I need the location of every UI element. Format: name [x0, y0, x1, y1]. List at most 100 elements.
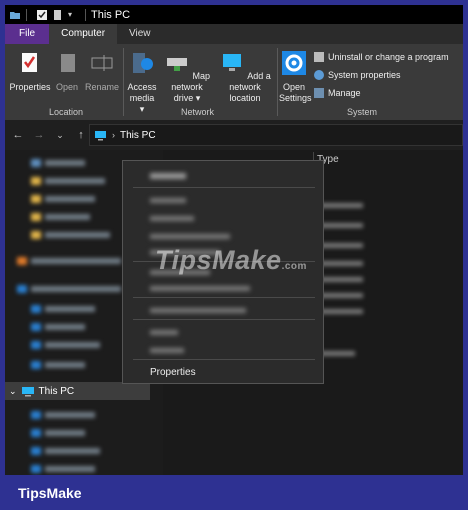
blurred-text — [45, 196, 95, 202]
access-media-label-2: media — [129, 93, 155, 103]
uninstall-label: Uninstall or change a program — [328, 52, 449, 62]
location-group-label: Location — [49, 107, 84, 117]
add-network-label-2: location — [229, 93, 261, 103]
qa-dropdown-icon[interactable]: ▾ — [68, 9, 80, 21]
add-network-location-button[interactable]: Add a network location — [215, 50, 275, 104]
context-menu-item[interactable] — [150, 195, 186, 205]
blurred-text — [45, 324, 85, 330]
nav-item[interactable] — [17, 282, 121, 296]
explorer-icon — [10, 11, 20, 19]
up-arrow-icon[interactable]: ↑ — [73, 129, 89, 141]
this-pc-icon — [21, 386, 34, 396]
tab-computer[interactable]: Computer — [49, 24, 118, 44]
context-menu-item[interactable] — [150, 327, 178, 337]
nav-item[interactable] — [31, 228, 110, 242]
network-group-label: Network — [181, 107, 215, 117]
map-drive-label-2: drive — [173, 93, 194, 103]
watermark-suffix: .com — [281, 261, 307, 272]
map-network-drive-button[interactable]: Map network drive ▾ — [161, 50, 213, 104]
nav-item[interactable] — [31, 408, 95, 422]
context-menu-item[interactable] — [150, 213, 194, 223]
system-properties-label: System properties — [328, 70, 401, 80]
network-location-icon — [223, 54, 242, 71]
nav-item[interactable] — [17, 254, 121, 268]
blurred-text — [31, 258, 121, 264]
system-properties-icon — [314, 70, 324, 80]
rename-icon — [91, 55, 113, 71]
blurred-text — [150, 173, 186, 179]
properties-menu-item[interactable]: Properties — [150, 367, 196, 378]
manage-button[interactable]: Manage — [314, 88, 361, 98]
nav-item[interactable] — [31, 462, 95, 475]
blurred-text — [45, 412, 95, 418]
divider — [123, 48, 124, 116]
this-pc-icon — [95, 130, 106, 140]
nav-item[interactable] — [31, 210, 90, 224]
window-title: This PC — [91, 8, 131, 21]
back-arrow-icon[interactable]: ← — [10, 129, 26, 141]
divider — [85, 8, 86, 21]
context-menu-item[interactable] — [150, 345, 184, 355]
checkmark-icon[interactable] — [36, 9, 48, 21]
menu-divider — [133, 319, 315, 320]
nav-item[interactable] — [31, 358, 85, 372]
context-menu-item[interactable] — [150, 171, 186, 181]
blurred-text — [45, 306, 95, 312]
footer-brand: TipsMake — [18, 485, 82, 501]
explorer-window: ▾ This PC File Computer View Properties … — [5, 5, 463, 475]
rename-button[interactable]: Rename — [85, 50, 119, 93]
blurred-text — [150, 216, 194, 221]
blurred-text — [150, 348, 184, 353]
divider — [26, 8, 27, 21]
sidebar-item-label: This PC — [38, 385, 75, 397]
blurred-text — [45, 232, 110, 238]
blurred-text — [150, 198, 186, 203]
breadcrumb-chevron-icon: › — [112, 130, 115, 140]
blurred-text — [45, 160, 85, 166]
properties-icon — [22, 53, 37, 72]
nav-item[interactable] — [31, 444, 100, 458]
open-settings-label-2: Settings — [279, 93, 312, 103]
blurred-text — [45, 342, 100, 348]
blurred-text — [150, 308, 246, 313]
folder-qa-icon[interactable] — [52, 9, 64, 21]
tab-view[interactable]: View — [117, 24, 163, 44]
gear-icon — [282, 51, 306, 75]
nav-item[interactable] — [31, 302, 95, 316]
address-bar[interactable]: › This PC — [89, 124, 463, 146]
nav-item[interactable] — [31, 338, 100, 352]
blurred-text — [45, 430, 85, 436]
blurred-text — [31, 286, 121, 292]
nav-item[interactable] — [31, 426, 85, 440]
menu-divider — [133, 359, 315, 360]
system-properties-button[interactable]: System properties — [314, 70, 401, 80]
blurred-text — [45, 448, 100, 454]
tab-file[interactable]: File — [5, 24, 50, 44]
sidebar-item-this-pc[interactable]: ⌄ This PC — [5, 382, 150, 400]
context-menu-item[interactable] — [150, 231, 230, 241]
ribbon: Properties Open Rename Location Access m… — [5, 44, 463, 120]
watermark: TipsMake.com — [155, 245, 307, 276]
forward-arrow-icon[interactable]: → — [31, 129, 47, 141]
menu-divider — [133, 187, 315, 188]
nav-item[interactable] — [31, 320, 85, 334]
recent-dropdown-icon[interactable]: ⌄ — [52, 130, 68, 141]
open-label: Open — [55, 82, 79, 92]
properties-button[interactable]: Properties — [9, 50, 51, 93]
open-button[interactable]: Open — [55, 50, 79, 93]
nav-item[interactable] — [31, 174, 105, 188]
context-menu-item[interactable] — [150, 283, 250, 293]
chevron-down-icon: ⌄ — [9, 385, 17, 396]
properties-label: Properties — [9, 82, 51, 92]
network-drive-icon — [166, 58, 187, 71]
rename-label: Rename — [85, 82, 120, 92]
nav-item[interactable] — [31, 156, 85, 170]
open-settings-label-1: Open — [282, 82, 306, 92]
chevron-down-icon: ▾ — [139, 104, 145, 114]
uninstall-program-button[interactable]: Uninstall or change a program — [314, 52, 449, 62]
context-menu-item[interactable] — [150, 305, 246, 315]
divider — [277, 48, 278, 116]
nav-item[interactable] — [31, 192, 95, 206]
open-settings-button[interactable]: Open Settings — [279, 50, 312, 104]
access-media-button[interactable]: Access media ▾ — [127, 50, 157, 115]
